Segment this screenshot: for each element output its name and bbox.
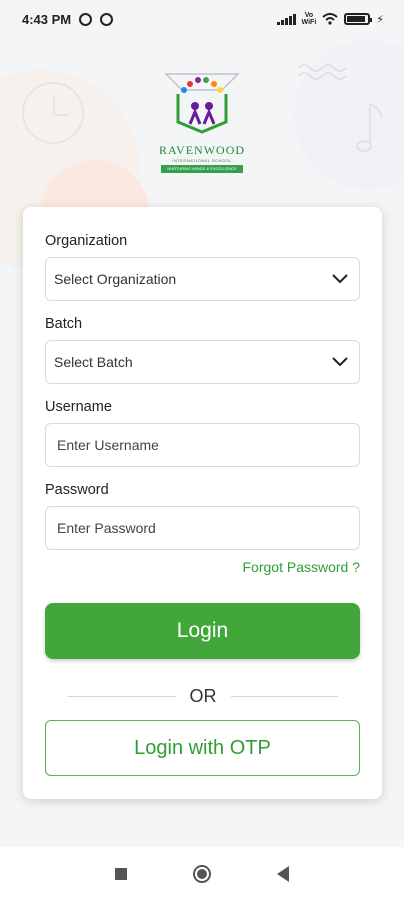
- or-text: OR: [189, 685, 217, 706]
- system-nav-bar: [0, 847, 404, 900]
- charging-icon: ⚡: [376, 13, 384, 26]
- chevron-down-icon: [332, 357, 348, 367]
- battery-icon: [344, 13, 373, 25]
- username-label: Username: [45, 399, 112, 415]
- status-time: 4:43 PM: [22, 11, 72, 27]
- status-bar: 4:43 PM Vo WiFi ⚡: [0, 0, 404, 38]
- organization-label: Organization: [45, 233, 128, 249]
- username-input[interactable]: Enter Username: [45, 423, 360, 467]
- notification-icon: [79, 12, 93, 26]
- batch-select-value: Select Batch: [54, 354, 133, 370]
- clock-doodle-icon: [22, 82, 84, 144]
- music-note-doodle-icon: [356, 103, 383, 152]
- logo-subtitle: INTERNATIONAL SCHOOL: [172, 158, 232, 163]
- password-placeholder: Enter Password: [57, 520, 156, 536]
- batch-label: Batch: [45, 316, 83, 332]
- password-label: Password: [45, 482, 109, 498]
- school-crest-icon: [164, 73, 240, 134]
- username-placeholder: Enter Username: [57, 437, 159, 453]
- organization-select[interactable]: Select Organization: [45, 257, 360, 301]
- vowifi-icon: Vo WiFi: [301, 12, 317, 26]
- batch-select[interactable]: Select Batch: [45, 340, 360, 384]
- wifi-icon: [322, 13, 338, 25]
- school-logo: RAVENWOOD INTERNATIONAL SCHOOL NURTURING…: [150, 68, 254, 180]
- login-button[interactable]: Login: [45, 603, 360, 659]
- forgot-password-link[interactable]: Forgot Password ?: [243, 559, 361, 575]
- logo-school-name: RAVENWOOD: [158, 143, 246, 157]
- notification-icon: [100, 12, 114, 26]
- login-card: Organization Select Organization Batch S…: [23, 207, 382, 799]
- recents-square-icon[interactable]: [115, 867, 127, 880]
- organization-select-value: Select Organization: [54, 271, 177, 287]
- divider-line: [230, 695, 338, 697]
- chevron-down-icon: [332, 274, 348, 284]
- signal-icon: [276, 13, 296, 25]
- home-circle-icon[interactable]: [193, 864, 211, 883]
- divider-line: [68, 695, 176, 697]
- wave-doodle-icon: [297, 64, 347, 80]
- password-input[interactable]: Enter Password: [45, 506, 360, 550]
- logo-ribbon: NURTURING MINDS & EXCELLENCE: [161, 165, 243, 173]
- back-triangle-icon[interactable]: [277, 865, 289, 882]
- or-divider: OR: [68, 685, 338, 707]
- login-with-otp-button[interactable]: Login with OTP: [45, 720, 360, 776]
